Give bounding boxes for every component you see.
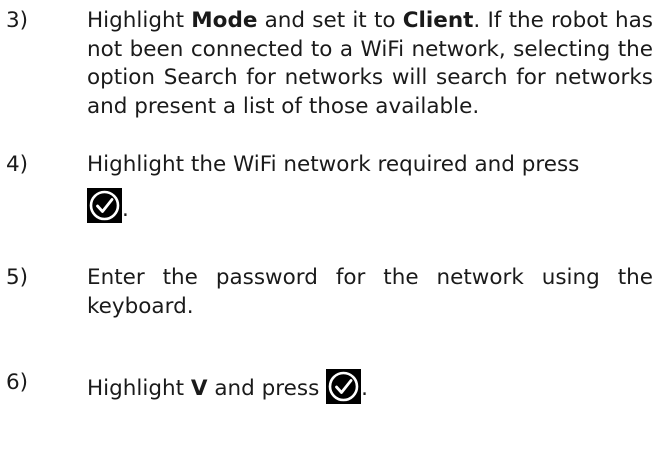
step-text-part: and press bbox=[207, 376, 327, 401]
step-text-part: Highlight bbox=[87, 376, 191, 401]
step-icon-line: . bbox=[87, 185, 653, 225]
v-label: V bbox=[190, 376, 208, 401]
step-number: 4) bbox=[6, 152, 29, 177]
step-text-part: and set it to bbox=[257, 8, 403, 33]
step-text: Enter the password for the network using… bbox=[87, 265, 653, 319]
step-text-line: Highlight the WiFi network required and … bbox=[87, 152, 580, 177]
step-text: Highlight Mode and set it to Client. If … bbox=[87, 7, 653, 121]
check-circle-icon bbox=[326, 369, 362, 404]
client-label: Client bbox=[402, 8, 474, 33]
step-text-part: Highlight bbox=[87, 8, 192, 33]
step-number: 5) bbox=[6, 265, 29, 290]
check-circle-icon bbox=[87, 187, 122, 223]
step-text: Highlight V and press . bbox=[87, 369, 653, 404]
period: . bbox=[122, 196, 129, 222]
step-text: Highlight the WiFi network required and … bbox=[87, 151, 653, 224]
step-number: 3) bbox=[6, 8, 29, 33]
period: . bbox=[361, 376, 368, 401]
step-number: 6) bbox=[6, 370, 29, 395]
mode-label: Mode bbox=[191, 8, 258, 33]
